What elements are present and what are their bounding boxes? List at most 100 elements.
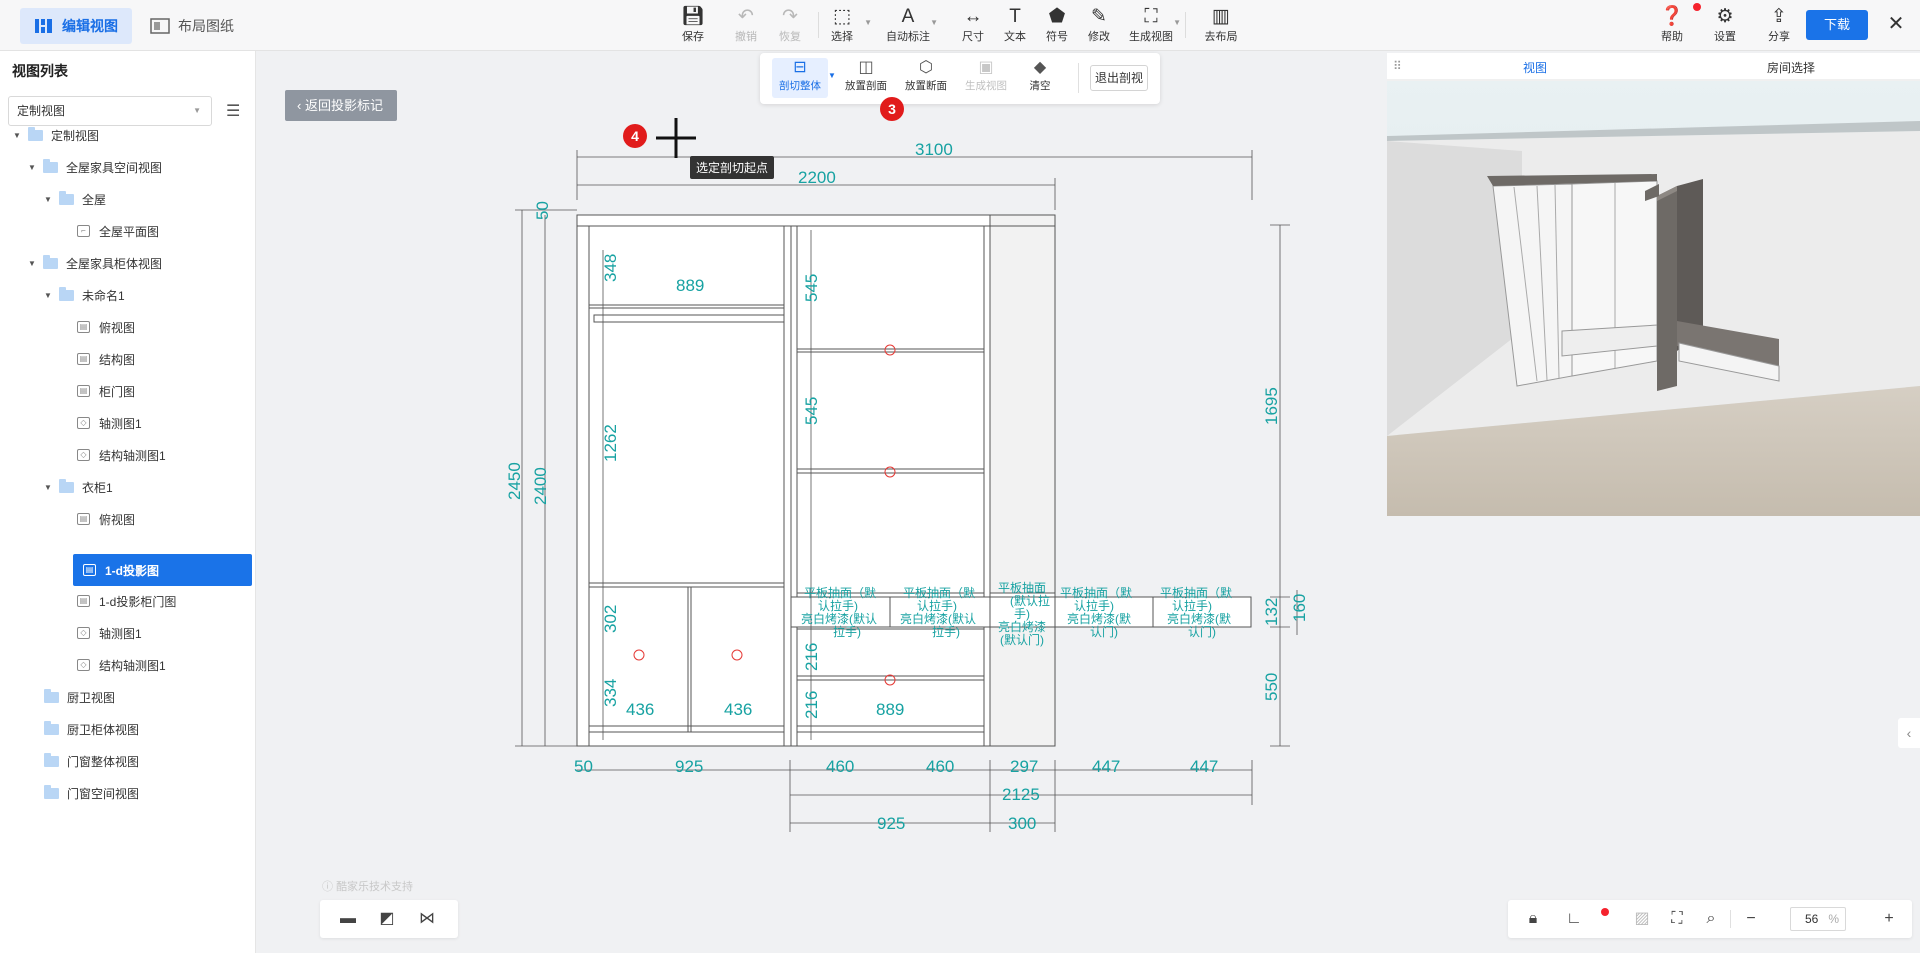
tree-item-kitchen-view[interactable]: 厨卫视图	[0, 682, 252, 712]
text-label: 文本	[1004, 31, 1026, 43]
tree-item-1d-door[interactable]: ▤ 1-d投影柜门图	[0, 586, 252, 616]
tree-item-door-window-whole[interactable]: 门窗整体视图	[0, 746, 252, 776]
tab-room-select[interactable]: 房间选择	[1767, 59, 1815, 76]
auto-annotate-button[interactable]: A 自动标注 ▼	[884, 6, 938, 44]
tree-item-kitchen-cabinet[interactable]: 厨卫柜体视图	[0, 714, 252, 744]
symbol-button[interactable]: ⬟ 符号	[1033, 6, 1081, 44]
axonometric-icon: ◇	[77, 627, 90, 639]
image-icon[interactable]: ▨	[1631, 908, 1653, 930]
settings-button[interactable]: ⚙ 设置	[1701, 6, 1749, 44]
place-section-icon: ◫	[858, 59, 874, 76]
toolbar-divider	[1730, 910, 1731, 928]
clear-button[interactable]: ◆ 清空	[1012, 58, 1068, 93]
zoom-in-icon[interactable]: +	[1878, 908, 1900, 930]
eraser-icon: ◆	[1033, 59, 1047, 76]
folder-icon	[43, 158, 58, 173]
tree-item-label: 全屋家具空间视图	[66, 160, 163, 175]
place-break-label: 放置断面	[905, 80, 947, 92]
undo-button[interactable]: ↶ 撤销	[722, 6, 770, 44]
tree-item-cabinet-view[interactable]: ▼ 全屋家具柜体视图	[0, 248, 252, 278]
cut-whole-button[interactable]: ⊟ 剖切整体	[772, 58, 828, 98]
edit-icon: ✎	[1091, 6, 1107, 27]
redo-label: 恢复	[779, 31, 801, 43]
fill-toggle-icon[interactable]: ◩	[376, 908, 398, 930]
axonometric-icon: ◇	[77, 659, 90, 671]
tab-view[interactable]: 视图	[1523, 59, 1547, 76]
tree-item-whole-space[interactable]: ▼ 全屋家具空间视图	[0, 152, 252, 182]
tree-item-1d-projection[interactable]: ▤ 1-d投影图	[73, 554, 252, 586]
watermark-label: 酷家乐技术支持	[336, 881, 414, 893]
go-layout-button[interactable]: ▥ 去布局	[1197, 6, 1245, 44]
tree-item-struct-axonometric-2[interactable]: ◇ 结构轴测图1	[0, 650, 252, 680]
3d-preview-render[interactable]	[1387, 81, 1920, 516]
back-to-projection-button[interactable]: ‹ 返回投影标记	[285, 90, 397, 121]
dimension-button[interactable]: ↔ 尺寸	[949, 6, 997, 44]
chevron-down-icon: ▼	[930, 18, 938, 27]
chevron-down-icon: ▼	[44, 482, 52, 492]
close-icon[interactable]: ✕	[1884, 12, 1908, 36]
tree-item-label: 俯视图	[99, 320, 136, 335]
zoom-input[interactable]: 56 %	[1790, 907, 1846, 931]
save-button[interactable]: 💾︎ 保存	[669, 6, 717, 44]
folder-icon	[44, 784, 59, 799]
settings-label: 设置	[1714, 31, 1736, 43]
redo-icon: ↷	[782, 6, 798, 27]
list-view-icon[interactable]: ☰	[226, 101, 240, 121]
folder-icon	[28, 126, 43, 141]
help-label: 帮助	[1661, 31, 1683, 43]
view-control-toolbar: 🔒︎ ∟ ▨ ⛶ ⌕ − 56 % +	[1508, 900, 1912, 938]
tree-item-label: 轴测图1	[99, 416, 142, 431]
view-icon: ▤	[77, 595, 90, 607]
layer-icon[interactable]: ▬	[337, 908, 359, 930]
chevron-left-icon[interactable]: ‹	[1898, 718, 1920, 748]
tree-item-label: 结构图	[99, 352, 136, 367]
help-button[interactable]: ❓ 帮助	[1648, 6, 1696, 44]
tree-item-door-window-space[interactable]: 门窗空间视图	[0, 778, 252, 808]
tree-item-top-view[interactable]: ▤ 俯视图	[0, 312, 252, 342]
view-icon: ▤	[77, 385, 90, 397]
zoom-out-icon[interactable]: −	[1740, 908, 1762, 930]
section-cut-toolbar: ⊟ 剖切整体 ▼ ◫ 放置剖面 ⬡ 放置断面 ▣ 生成视图 ◆ 清空 退出剖视	[760, 53, 1160, 104]
coordinate-icon[interactable]: ∟	[1563, 908, 1585, 930]
tree-item-struct-axonometric[interactable]: ◇ 结构轴测图1	[0, 440, 252, 470]
exit-section-button[interactable]: 退出剖视	[1090, 65, 1148, 91]
drag-handle-icon[interactable]: ⠿	[1393, 59, 1402, 73]
tree-item-label: 未命名1	[82, 288, 125, 303]
chevron-down-icon[interactable]: ▼	[828, 71, 836, 80]
tree-item-whole-house[interactable]: ▼ 全屋	[0, 184, 252, 214]
edit-button[interactable]: ✎ 修改	[1075, 6, 1123, 44]
symbol-label: 符号	[1046, 31, 1068, 43]
place-break-button[interactable]: ⬡ 放置断面	[898, 58, 954, 93]
tree-item-label: 全屋	[82, 192, 107, 207]
gear-icon: ⚙	[1716, 6, 1734, 27]
place-section-button[interactable]: ◫ 放置剖面	[838, 58, 894, 93]
tree-item-door-view[interactable]: ▤ 柜门图	[0, 376, 252, 406]
zoom-unit: %	[1828, 912, 1839, 926]
tree-item-unnamed1[interactable]: ▼ 未命名1	[0, 280, 252, 310]
download-button[interactable]: 下载	[1806, 10, 1868, 40]
share-button[interactable]: ⇪ 分享	[1755, 6, 1803, 44]
filter-icon[interactable]: ⋈	[416, 908, 438, 930]
text-button[interactable]: T 文本	[991, 6, 1039, 44]
tree-item-top-view-2[interactable]: ▤ 俯视图	[0, 504, 252, 534]
tree-item-label: 门窗空间视图	[67, 786, 140, 801]
redo-button[interactable]: ↷ 恢复	[766, 6, 814, 44]
tab-edit-view[interactable]: 编辑视图	[20, 8, 132, 44]
fit-screen-icon[interactable]: ⛶	[1666, 908, 1688, 930]
tree-item-axonometric[interactable]: ◇ 轴测图1	[0, 408, 252, 438]
tree-item-structure[interactable]: ▤ 结构图	[0, 344, 252, 374]
zoom-area-icon[interactable]: ⌕	[1700, 908, 1722, 930]
generate-view-button[interactable]: ⛶ 生成视图 ▼	[1127, 6, 1181, 44]
select-button[interactable]: ⬚ 选择 ▼	[818, 6, 872, 44]
folder-icon	[59, 286, 74, 301]
tree-item-floor-plan[interactable]: ⌐ 全屋平面图	[0, 216, 252, 246]
chevron-down-icon: ▼	[1173, 18, 1181, 27]
tree-item-wardrobe1[interactable]: ▼ 衣柜1	[0, 472, 252, 502]
tree-item-custom-view[interactable]: ▼ 定制视图	[0, 120, 252, 150]
tree-item-label: 轴测图1	[99, 626, 142, 641]
generate-section-view-button[interactable]: ▣ 生成视图	[958, 58, 1014, 93]
layout-icon: ▥	[1212, 6, 1230, 27]
tab-layout-sheet[interactable]: 布局图纸	[136, 8, 248, 44]
lock-icon[interactable]: 🔒︎	[1522, 908, 1544, 930]
tree-item-axonometric-2[interactable]: ◇ 轴测图1	[0, 618, 252, 648]
